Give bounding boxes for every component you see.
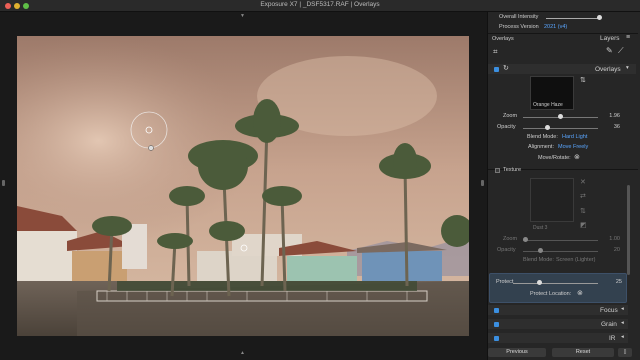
focus-enable-toggle[interactable] xyxy=(494,308,499,313)
texture-checkbox[interactable] xyxy=(495,168,500,173)
brush-icon[interactable]: ⟋ xyxy=(618,46,624,56)
focus-label: Focus xyxy=(600,307,618,314)
ir-section-header[interactable] xyxy=(488,333,628,343)
texture-blend-mode-label: Blend Mode: xyxy=(523,257,554,263)
collapse-top-icon[interactable]: ▼ xyxy=(240,13,245,19)
panel-scrollbar[interactable] xyxy=(627,185,630,275)
texture-opacity-slider[interactable] xyxy=(523,251,598,252)
texture-zoom-slider[interactable] xyxy=(523,240,598,241)
blend-mode-label: Blend Mode: xyxy=(527,134,558,140)
move-rotate-target-icon[interactable]: ⊗ xyxy=(574,153,580,161)
opacity-label: Opacity xyxy=(497,124,516,130)
crop-icon[interactable]: ⌗ xyxy=(493,47,498,57)
overlays-section-title: Overlays xyxy=(595,66,621,73)
protect-slider[interactable] xyxy=(513,283,598,284)
process-version-dropdown[interactable]: 2021 (v4) xyxy=(544,24,567,30)
texture-zoom-knob[interactable] xyxy=(523,237,528,242)
reset-button[interactable]: Reset xyxy=(552,348,614,357)
more-options-icon[interactable]: ▯ xyxy=(618,348,632,357)
protect-section xyxy=(489,273,627,303)
protect-label: Protect xyxy=(496,279,514,285)
zoom-value[interactable]: 1.96 xyxy=(606,113,620,119)
protect-knob[interactable] xyxy=(537,280,542,285)
photo-preview[interactable] xyxy=(17,36,469,336)
blend-mode-dropdown[interactable]: Hard Light xyxy=(562,134,587,140)
collapse-right-icon[interactable] xyxy=(481,180,484,186)
overall-intensity-label: Overall Intensity xyxy=(499,14,539,20)
collapse-bottom-icon[interactable]: ▲ xyxy=(240,350,245,356)
ir-label: IR xyxy=(609,335,616,342)
window-title: Exposure X7 | _DSF5317.RAF | Overlays xyxy=(260,1,380,8)
protect-value[interactable]: 25 xyxy=(608,279,622,285)
layers-label[interactable]: Layers xyxy=(600,35,620,42)
texture-blend-mode-dropdown[interactable]: Screen (Lighter) xyxy=(556,257,595,263)
protect-location-label: Protect Location: xyxy=(530,291,572,297)
opacity-slider[interactable] xyxy=(523,128,598,129)
texture-thumbnail[interactable] xyxy=(530,178,574,222)
move-rotate-label: Move/Rotate: xyxy=(538,155,571,161)
texture-opacity-label: Opacity xyxy=(497,247,516,253)
chevron-down-icon[interactable]: ▾ xyxy=(626,65,629,71)
texture-zoom-value[interactable]: 1.00 xyxy=(606,236,620,242)
swap-icon[interactable]: ⇅ xyxy=(580,76,586,84)
zoom-knob[interactable] xyxy=(558,114,563,119)
grain-label: Grain xyxy=(601,321,617,328)
texture-opacity-knob[interactable] xyxy=(538,248,543,253)
grain-chevron-icon[interactable]: ◂ xyxy=(621,320,624,326)
ir-chevron-icon[interactable]: ◂ xyxy=(621,334,624,340)
previous-button[interactable]: Previous xyxy=(488,348,546,357)
texture-thumbnail-label: Dust 3 xyxy=(533,225,548,231)
collapse-left-icon[interactable] xyxy=(2,180,5,186)
overall-intensity-knob[interactable] xyxy=(597,15,602,20)
alignment-dropdown[interactable]: Move Freely xyxy=(558,144,588,150)
grain-enable-toggle[interactable] xyxy=(494,322,499,327)
flip-horizontal-icon[interactable]: ⇄ xyxy=(580,192,586,200)
ir-enable-toggle[interactable] xyxy=(494,336,499,341)
alignment-label: Alignment: xyxy=(528,144,554,150)
process-version-label: Process Version xyxy=(499,24,539,30)
flip-vertical-icon[interactable]: ⇅ xyxy=(580,207,586,215)
overlays-tab-label[interactable]: Overlays xyxy=(492,36,514,42)
zoom-label: Zoom xyxy=(503,113,518,119)
focus-chevron-icon[interactable]: ◂ xyxy=(621,306,624,312)
overlays-enable-toggle[interactable] xyxy=(494,67,499,72)
pen-icon[interactable]: ✎ xyxy=(606,46,613,55)
texture-zoom-label: Zoom xyxy=(503,236,518,242)
texture-opacity-value[interactable]: 20 xyxy=(606,247,620,253)
invert-icon[interactable]: ◩ xyxy=(580,221,587,229)
window-titlebar: Exposure X7 | _DSF5317.RAF | Overlays xyxy=(0,0,640,12)
layers-menu-icon[interactable]: ≡ xyxy=(626,34,630,41)
overall-intensity-slider[interactable] xyxy=(546,18,601,19)
shuffle-icon[interactable]: ✕ xyxy=(580,178,586,186)
texture-label: Texture xyxy=(503,167,522,173)
overlay-thumbnail-label: Orange Haze xyxy=(533,102,563,108)
opacity-knob[interactable] xyxy=(545,125,550,130)
refresh-icon[interactable]: ↻ xyxy=(503,64,509,72)
photo-image xyxy=(17,36,469,336)
protect-location-target-icon[interactable]: ⊗ xyxy=(577,289,583,297)
opacity-value[interactable]: 36 xyxy=(606,124,620,130)
